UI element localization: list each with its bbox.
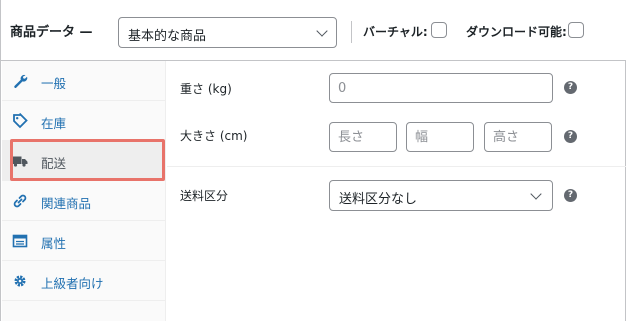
tab-label: 上級者向け xyxy=(41,276,104,291)
chevron-down-icon xyxy=(530,188,542,200)
product-data-panel: 商品データ — 基本的な商品 バーチャル: ダウンロード可能: 一般 在庫 配送… xyxy=(0,0,626,321)
tab-label: 一般 xyxy=(41,76,67,91)
product-type-value: 基本的な商品 xyxy=(128,29,207,44)
shipping-class-label: 送料区分 xyxy=(180,189,229,203)
help-icon[interactable]: ? xyxy=(564,189,577,202)
shipping-class-select[interactable]: 送料区分なし xyxy=(329,180,553,211)
dimensions-label: 大きさ (cm) xyxy=(180,129,248,143)
shipping-class-value: 送料区分なし xyxy=(339,192,418,207)
chevron-down-icon xyxy=(316,25,328,37)
product-type-select[interactable]: 基本的な商品 xyxy=(118,17,337,48)
tab-attributes[interactable]: 属性 xyxy=(2,221,166,261)
active-tab-highlight xyxy=(10,139,165,181)
product-data-tabs: 一般 在庫 配送 関連商品 属性 上級者向け xyxy=(2,61,166,321)
help-icon[interactable]: ? xyxy=(564,130,577,143)
tab-label: 属性 xyxy=(41,236,67,251)
virtual-checkbox[interactable] xyxy=(431,22,447,38)
tab-linked-products[interactable]: 関連商品 xyxy=(2,181,166,221)
weight-input[interactable] xyxy=(329,73,553,103)
downloadable-checkbox[interactable] xyxy=(568,22,584,38)
height-input[interactable] xyxy=(484,122,552,152)
wrench-icon xyxy=(14,74,28,88)
tab-advanced[interactable]: 上級者向け xyxy=(2,261,166,301)
width-input[interactable] xyxy=(406,122,474,152)
panel-title: 商品データ — xyxy=(10,25,93,40)
help-icon[interactable]: ? xyxy=(564,81,577,94)
tab-label: 関連商品 xyxy=(41,196,92,211)
section-divider xyxy=(167,166,626,167)
tab-general[interactable]: 一般 xyxy=(2,61,166,101)
tab-label: 在庫 xyxy=(41,116,67,131)
downloadable-label: ダウンロード可能: xyxy=(466,25,567,39)
link-icon xyxy=(13,194,27,208)
header-separator xyxy=(351,21,352,43)
table-icon xyxy=(12,234,28,248)
product-data-header: 商品データ — 基本的な商品 バーチャル: ダウンロード可能: xyxy=(1,0,626,61)
gear-icon xyxy=(14,275,26,287)
virtual-label: バーチャル: xyxy=(363,25,428,39)
tag-icon xyxy=(13,113,28,129)
length-input[interactable] xyxy=(329,122,397,152)
weight-label: 重さ (kg) xyxy=(180,82,232,96)
tab-inventory[interactable]: 在庫 xyxy=(2,101,166,141)
